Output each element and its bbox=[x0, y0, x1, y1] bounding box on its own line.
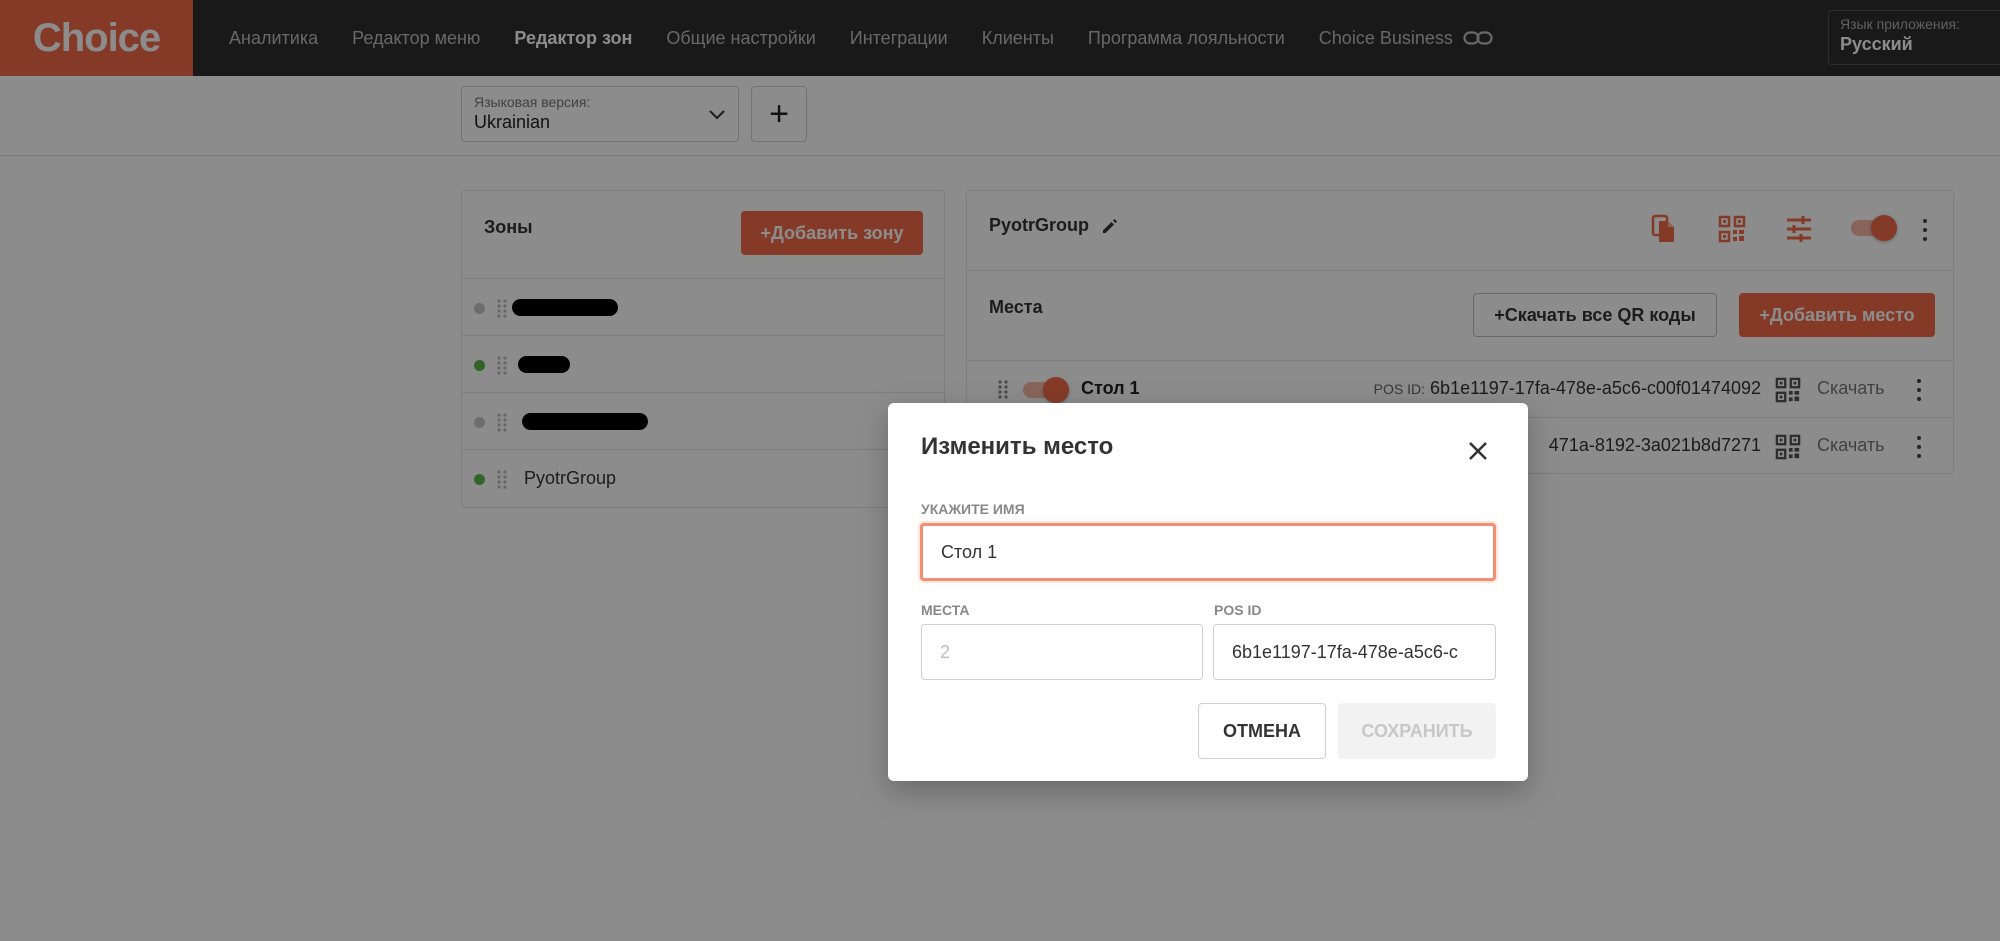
cancel-button[interactable]: ОТМЕНА bbox=[1198, 703, 1326, 759]
seats-field[interactable]: 2 bbox=[921, 624, 1203, 680]
save-button[interactable]: СОХРАНИТЬ bbox=[1338, 703, 1496, 759]
dialog-title: Изменить место bbox=[921, 433, 1114, 460]
pos-id-field-label: POS ID bbox=[1214, 602, 1262, 618]
pos-id-field[interactable]: 6b1e1197-17fa-478e-a5c6-c bbox=[1213, 624, 1496, 680]
edit-place-dialog: Изменить место УКАЖИТЕ ИМЯ Стол 1 МЕСТА … bbox=[888, 403, 1528, 781]
place-name-field[interactable]: Стол 1 bbox=[920, 523, 1496, 581]
close-icon[interactable] bbox=[1466, 439, 1490, 463]
seats-field-label: МЕСТА bbox=[921, 602, 970, 618]
name-field-label: УКАЖИТЕ ИМЯ bbox=[921, 501, 1025, 517]
